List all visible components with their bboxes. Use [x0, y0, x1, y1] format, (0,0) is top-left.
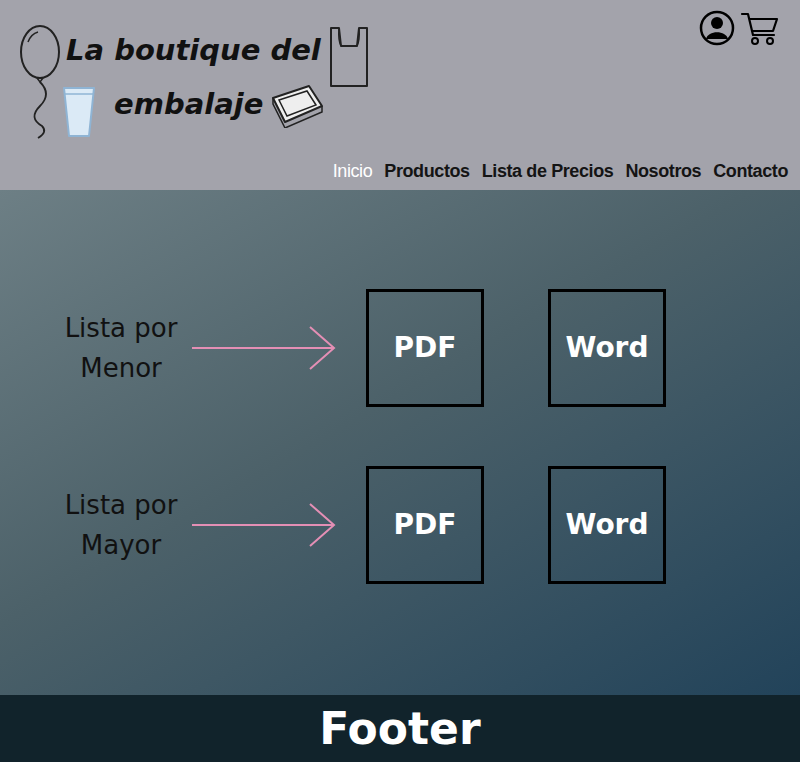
nav-link[interactable]: Inicio — [333, 158, 373, 185]
download-button[interactable]: Word — [548, 289, 666, 407]
site-footer: Footer — [0, 695, 800, 762]
brand-title: La boutique del — [66, 34, 321, 67]
brand-logo[interactable]: La boutique del embalaje — [0, 0, 800, 152]
nav-link[interactable]: Lista de Precios — [482, 158, 614, 185]
brand-line: embalaje — [66, 70, 371, 140]
account-tools — [698, 9, 780, 47]
nav-link[interactable]: Productos — [384, 158, 469, 185]
user-icon[interactable] — [698, 9, 736, 47]
arrow-icon — [194, 323, 366, 373]
price-list-row: Lista por Menor PDF Word — [0, 289, 800, 407]
arrow-icon — [194, 500, 366, 550]
cup-icon — [66, 70, 100, 140]
price-list-label: Lista por Mayor — [48, 485, 194, 565]
price-list-label: Lista por Menor — [48, 308, 194, 388]
balloon-icon — [18, 22, 66, 142]
brand-text: La boutique del embalaje — [66, 22, 371, 140]
price-lists: Lista por Menor PDF Word Lista por Mayor PDF… — [0, 190, 800, 695]
bag-icon — [321, 22, 371, 90]
brand-line: La boutique del — [66, 22, 371, 90]
price-list-row: Lista por Mayor PDF Word — [0, 466, 800, 584]
nav-link[interactable]: Contacto — [713, 158, 788, 185]
tray-icon — [263, 82, 325, 128]
main-nav: Inicio Productos Lista de Precios Nosotros C… — [0, 152, 800, 190]
download-button[interactable]: PDF — [366, 466, 484, 584]
download-button[interactable]: PDF — [366, 289, 484, 407]
download-button[interactable]: Word — [548, 466, 666, 584]
nav-link[interactable]: Nosotros — [625, 158, 701, 185]
site-header: La boutique del embalaje Inicio Productos Li… — [0, 0, 800, 190]
brand-title: embalaje — [114, 88, 263, 121]
cart-icon[interactable] — [740, 9, 780, 47]
